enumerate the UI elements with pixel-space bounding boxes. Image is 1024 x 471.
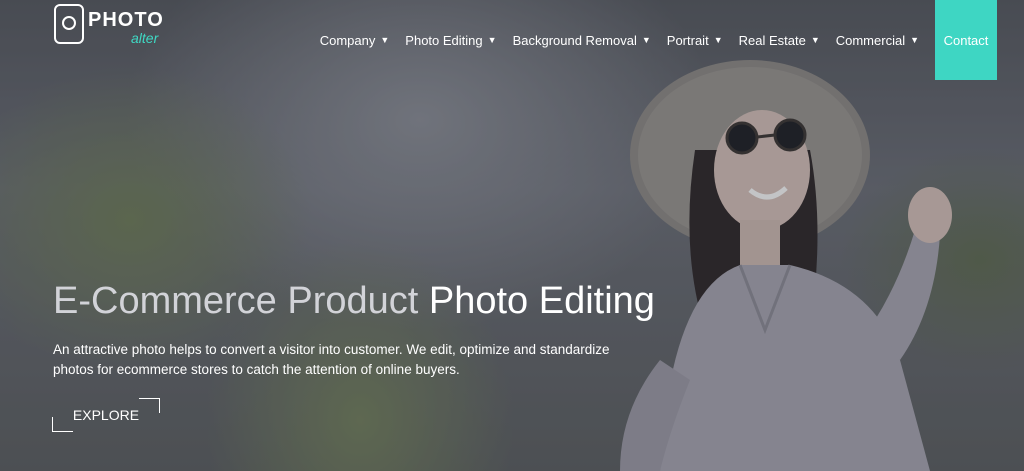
nav-item-background-removal[interactable]: Background Removal ▼ bbox=[513, 0, 651, 80]
explore-button[interactable]: EXPLORE bbox=[52, 398, 160, 432]
nav-item-label: Company bbox=[319, 32, 376, 48]
caret-down-icon: ▼ bbox=[910, 35, 919, 45]
nav-item-real-estate[interactable]: Real Estate ▼ bbox=[739, 0, 820, 80]
nav-item-label: Commercial bbox=[835, 32, 906, 48]
nav-item-label: Background Removal bbox=[512, 32, 637, 48]
nav-item-company[interactable]: Company ▼ bbox=[320, 0, 390, 80]
corner-bracket-bottom-left bbox=[52, 417, 73, 432]
hero-title-part1: E-Commerce Product bbox=[53, 280, 429, 322]
logo-wordmark: PHOTO bbox=[88, 9, 164, 31]
logo-subword: alter bbox=[131, 30, 159, 46]
explore-label: EXPLORE bbox=[72, 407, 140, 423]
lens-icon bbox=[62, 16, 76, 30]
contact-button[interactable]: Contact bbox=[935, 0, 997, 80]
nav-item-portrait[interactable]: Portrait ▼ bbox=[667, 0, 723, 80]
nav-item-label: Photo Editing bbox=[405, 32, 483, 48]
main-navigation: Company ▼ Photo Editing ▼ Background Rem… bbox=[320, 0, 1024, 80]
caret-down-icon: ▼ bbox=[641, 35, 651, 45]
corner-bracket-top-right bbox=[139, 398, 160, 413]
brand-logo[interactable]: PHOTO alter bbox=[54, 4, 174, 50]
nav-item-label: Real Estate bbox=[738, 32, 806, 48]
caret-down-icon: ▼ bbox=[810, 35, 820, 45]
caret-down-icon: ▼ bbox=[380, 35, 390, 45]
hero-title: E-Commerce Product Photo Editing bbox=[53, 280, 655, 323]
hero-title-part2: Photo Editing bbox=[428, 280, 655, 322]
camera-icon bbox=[54, 4, 84, 44]
hero-description: An attractive photo helps to convert a v… bbox=[53, 341, 610, 377]
nav-item-label: Portrait bbox=[666, 32, 709, 48]
caret-down-icon: ▼ bbox=[713, 35, 723, 45]
nav-item-commercial[interactable]: Commercial ▼ bbox=[836, 0, 919, 80]
caret-down-icon: ▼ bbox=[487, 35, 497, 45]
nav-item-photo-editing[interactable]: Photo Editing ▼ bbox=[405, 0, 496, 80]
